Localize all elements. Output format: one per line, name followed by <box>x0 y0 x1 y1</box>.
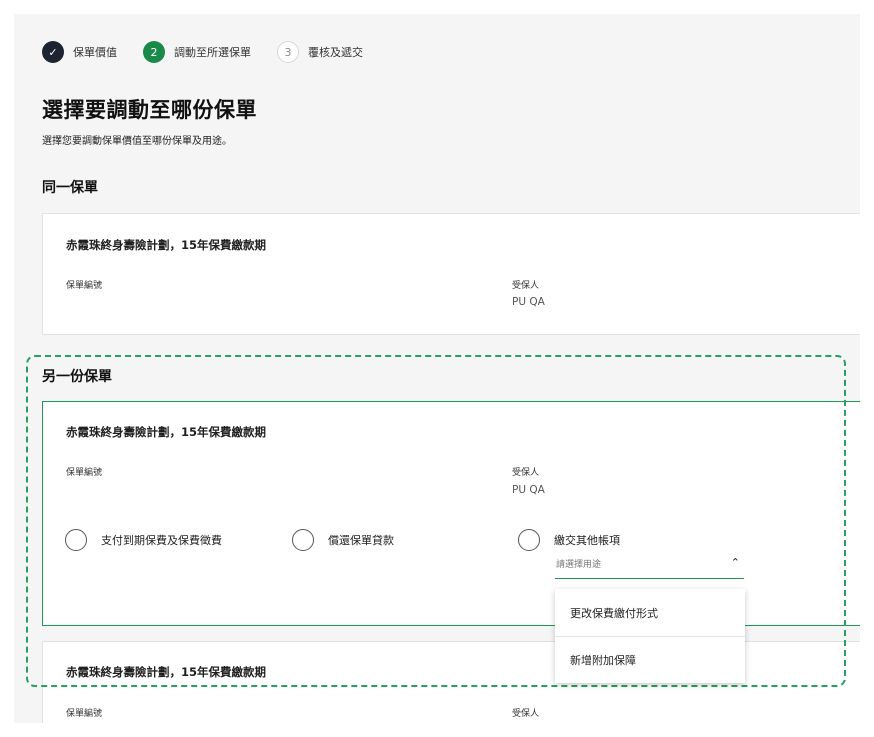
radio-option-other-payment[interactable]: 繳交其他帳項 <box>518 529 620 551</box>
step-number: 2 <box>143 41 165 63</box>
radio-button[interactable] <box>292 529 314 551</box>
step-label: 保單價值 <box>73 46 117 59</box>
page-description: 選擇您要調動保單價值至哪份保單及用途。 <box>42 136 232 147</box>
radio-label: 繳交其他帳項 <box>554 534 620 547</box>
step-label: 覆核及遞交 <box>308 46 363 59</box>
policy-card-same[interactable]: 赤霞珠終身壽險計劃，15年保費繳款期 保單編號 受保人 PU QA <box>42 213 860 335</box>
chevron-up-icon[interactable]: ⌃ <box>731 556 740 569</box>
radio-label: 支付到期保費及保費徵費 <box>101 534 222 547</box>
policy-plan-name: 赤霞珠終身壽險計劃，15年保費繳款期 <box>66 425 267 439</box>
step-label: 調動至所選保單 <box>174 46 251 59</box>
purpose-select[interactable]: 請選擇用途 ⌃ <box>555 553 744 579</box>
radio-label: 償還保單貸款 <box>328 534 394 547</box>
section-title-other-policy: 另一份保單 <box>42 369 112 385</box>
stepper: ✓ 保單價值 2 調動至所選保單 3 覆核及遞交 <box>42 41 389 63</box>
step-review[interactable]: 3 覆核及遞交 <box>277 41 363 63</box>
radio-button[interactable] <box>518 529 540 551</box>
policy-plan-name: 赤霞珠終身壽險計劃，15年保費繳款期 <box>66 238 267 252</box>
step-number: 3 <box>277 41 299 63</box>
section-title-same-policy: 同一保單 <box>42 180 98 196</box>
insured-value: PU QA <box>512 296 545 308</box>
purpose-dropdown-menu: 更改保費繳付形式 新增附加保障 <box>555 589 745 683</box>
insured-label: 受保人 <box>512 281 540 291</box>
policy-number-label: 保單編號 <box>66 709 103 719</box>
radio-option-pay-premium[interactable]: 支付到期保費及保費徵費 <box>65 529 222 551</box>
insured-label: 受保人 <box>512 709 540 719</box>
dropdown-item-add-rider[interactable]: 新增附加保障 <box>555 636 745 683</box>
purpose-select-placeholder: 請選擇用途 <box>556 560 602 570</box>
insured-value: PU QA <box>512 484 545 496</box>
checkmark-icon: ✓ <box>42 41 64 63</box>
step-transfer[interactable]: 2 調動至所選保單 <box>143 41 251 63</box>
step-policy-value[interactable]: ✓ 保單價值 <box>42 41 117 63</box>
policy-number-label: 保單編號 <box>66 281 103 291</box>
page-title: 選擇要調動至哪份保單 <box>42 98 257 122</box>
dropdown-item-change-payment-mode[interactable]: 更改保費繳付形式 <box>555 589 745 636</box>
radio-option-repay-loan[interactable]: 償還保單貸款 <box>292 529 394 551</box>
insured-label: 受保人 <box>512 468 540 478</box>
radio-button[interactable] <box>65 529 87 551</box>
page-container: ✓ 保單價值 2 調動至所選保單 3 覆核及遞交 選擇要調動至哪份保單 選擇您要… <box>14 14 860 723</box>
policy-plan-name: 赤霞珠終身壽險計劃，15年保費繳款期 <box>66 665 267 679</box>
policy-number-label: 保單編號 <box>66 468 103 478</box>
